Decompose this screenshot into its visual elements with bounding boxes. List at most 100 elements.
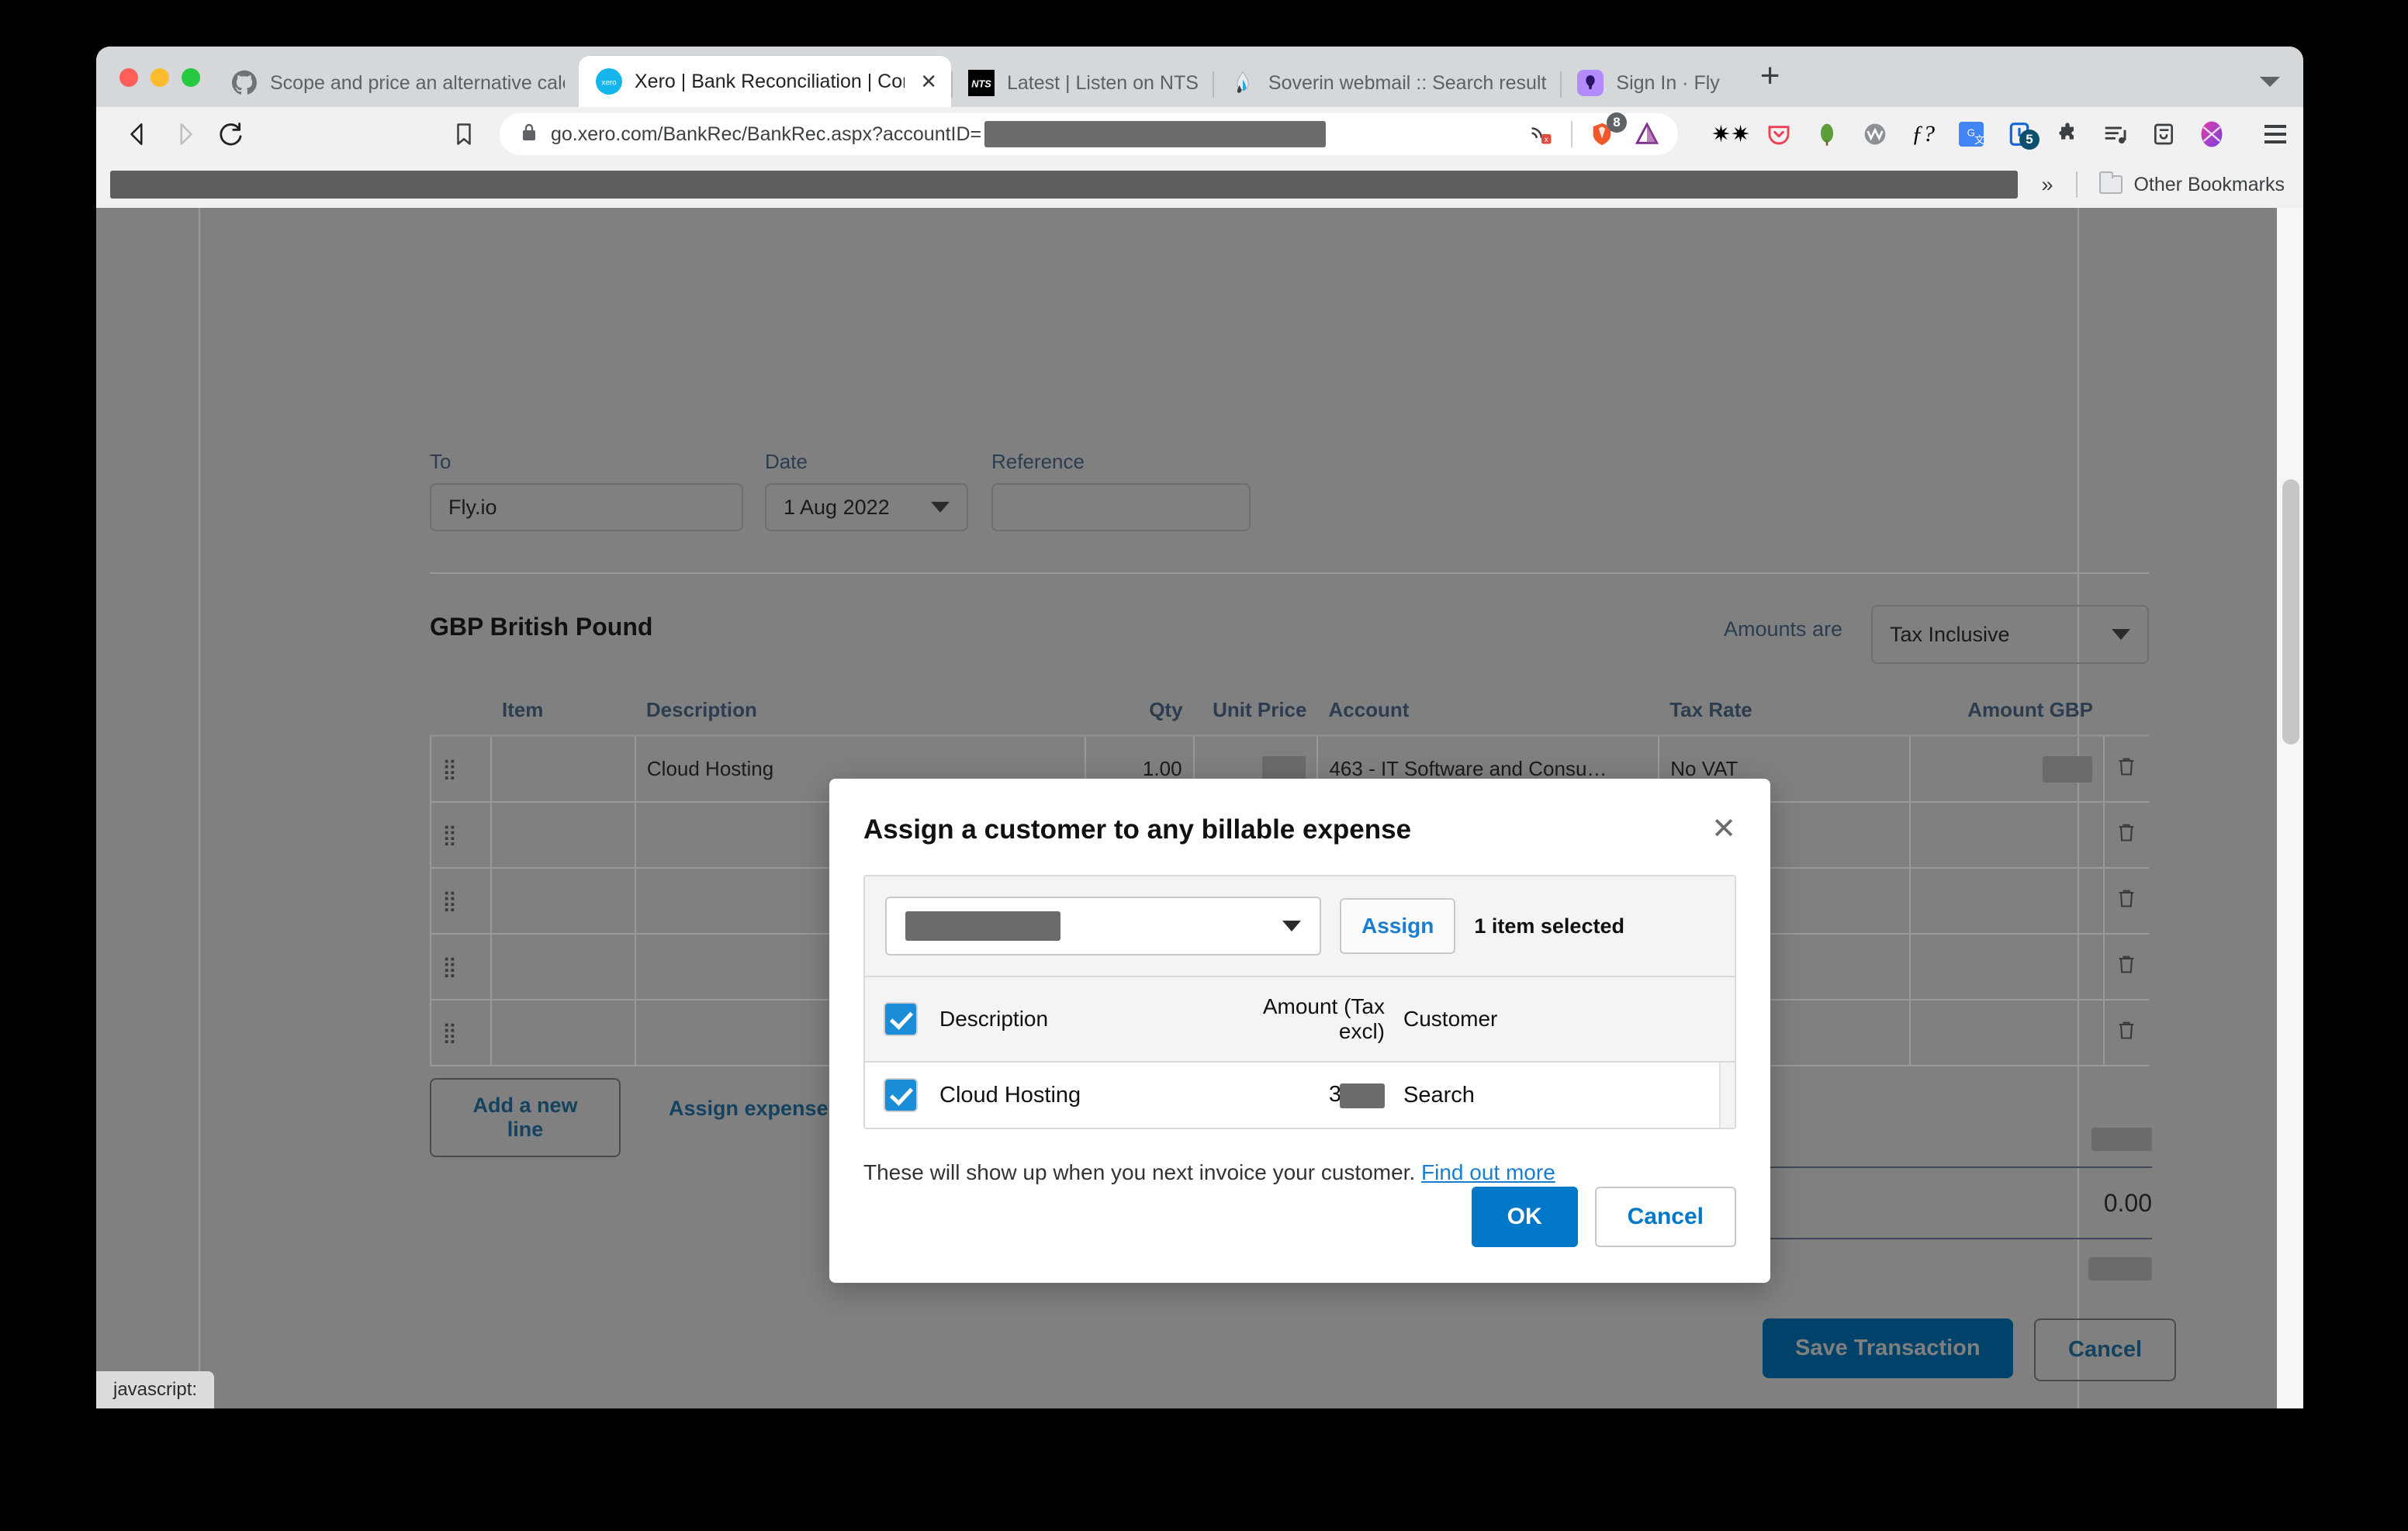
amounts-are-label: Amounts are [1724, 617, 1843, 641]
cell-delete[interactable] [2103, 934, 2149, 1001]
tabstrip-right [2260, 77, 2303, 107]
bookmark-star-icon[interactable] [442, 112, 486, 156]
cell-delete[interactable] [2103, 868, 2149, 935]
reading-list-icon[interactable] [2148, 119, 2179, 150]
customer-select-redacted-block [905, 911, 1060, 941]
trash-icon [2119, 956, 2134, 973]
minimize-window-button[interactable] [150, 68, 169, 87]
tab-fly[interactable]: Sign In · Fly [1560, 59, 1733, 107]
forward-button[interactable] [163, 112, 206, 156]
extensions-bar: ✷✷ ƒ? G文 5 [1692, 119, 2286, 150]
close-icon[interactable]: ✕ [920, 71, 937, 92]
cast-icon[interactable]: x [1526, 119, 1557, 150]
tab-github[interactable]: Scope and price an alternative calen [214, 59, 579, 107]
tab-title: Scope and price an alternative calen [270, 71, 565, 94]
cell-item[interactable] [490, 802, 636, 869]
onepassword-icon[interactable]: 5 [2004, 119, 2040, 150]
expense-list-row[interactable]: Cloud Hosting 3 Search [863, 1063, 1736, 1129]
bookmarks-redacted-block[interactable] [110, 171, 2019, 199]
xero-icon: xero [596, 68, 622, 95]
assign-button[interactable]: Assign [1340, 898, 1456, 954]
cell-amount[interactable] [1910, 1000, 2105, 1066]
chevron-down-icon[interactable] [931, 502, 950, 513]
drag-handle-icon: ⣿ [442, 757, 459, 780]
chevron-down-icon[interactable] [2260, 77, 2280, 87]
close-icon[interactable]: ✕ [1711, 814, 1736, 844]
tab-xero[interactable]: xero Xero | Bank Reconciliation | Con ✕ [579, 56, 951, 107]
row-customer-search[interactable]: Search [1385, 1083, 1714, 1108]
folder-icon [2099, 171, 2123, 194]
amounts-are-select[interactable]: Tax Inclusive [1871, 605, 2149, 664]
bookmarks-overflow-button[interactable]: » [2027, 173, 2067, 197]
address-bar[interactable]: go.xero.com/BankRec/BankRec.aspx?account… [500, 112, 1678, 155]
col-description: Description [635, 686, 1085, 737]
customer-select[interactable] [885, 897, 1321, 956]
tab-nts[interactable]: NTS Latest | Listen on NTS [951, 59, 1213, 107]
cell-item[interactable] [490, 1000, 636, 1066]
cell-amount[interactable] [1910, 868, 2105, 935]
wave-icon[interactable] [1860, 119, 1891, 150]
page-scrollbar[interactable] [2277, 208, 2303, 1408]
asterisk-icon[interactable]: ✷✷ [1711, 119, 1750, 150]
add-new-line-button[interactable]: Add a new line [430, 1078, 621, 1157]
cell-amount[interactable] [1910, 934, 2105, 1001]
google-translate-icon[interactable]: G文 [1956, 119, 1987, 150]
to-input[interactable]: Fly.io [430, 483, 743, 531]
status-bubble: javascript: [96, 1371, 215, 1408]
row-amount: 3 [1233, 1082, 1385, 1108]
soverin-icon [1230, 70, 1256, 96]
svg-text:NTS: NTS [971, 78, 991, 90]
cell-item[interactable] [490, 735, 636, 803]
cell-delete[interactable] [2103, 1000, 2149, 1066]
profile-avatar[interactable] [2196, 119, 2227, 150]
new-tab-button[interactable]: + [1734, 59, 1807, 107]
save-transaction-button[interactable]: Save Transaction [1763, 1318, 2013, 1378]
chevron-down-icon[interactable] [1282, 921, 1301, 931]
cell-delete[interactable] [2103, 735, 2149, 803]
reload-button[interactable] [209, 112, 253, 156]
tree-icon[interactable] [1811, 119, 1842, 150]
playlist-icon[interactable] [2100, 119, 2131, 150]
affinity-icon[interactable] [1631, 119, 1662, 150]
cell-amount[interactable] [1910, 735, 2105, 803]
browser-menu-icon[interactable] [2244, 125, 2286, 143]
reference-input[interactable] [991, 483, 1251, 531]
select-all-checkbox[interactable] [885, 1004, 916, 1035]
other-bookmarks-button[interactable]: Other Bookmarks [2087, 171, 2285, 196]
row-drag-handle[interactable]: ⣿ [430, 868, 492, 935]
chevron-down-icon[interactable] [2112, 629, 2130, 640]
find-out-more-link[interactable]: Find out more [1421, 1160, 1555, 1184]
close-window-button[interactable] [119, 68, 138, 87]
ok-button[interactable]: OK [1471, 1187, 1578, 1247]
trash-icon [2119, 758, 2134, 776]
svg-text:x: x [1545, 136, 1548, 144]
section-divider [430, 572, 2149, 574]
url-text: go.xero.com/BankRec/BankRec.aspx?account… [551, 121, 1327, 147]
modal-cancel-button[interactable]: Cancel [1594, 1187, 1736, 1247]
tab-soverin[interactable]: Soverin webmail :: Search result [1212, 59, 1560, 107]
omnibox-actions: x 8 [1526, 112, 1662, 150]
row-checkbox[interactable] [885, 1080, 916, 1111]
row-drag-handle[interactable]: ⣿ [430, 1000, 492, 1066]
trash-icon [2119, 824, 2134, 842]
row-drag-handle[interactable]: ⣿ [430, 735, 492, 803]
maximize-window-button[interactable] [182, 68, 200, 87]
amounts-are-value: Tax Inclusive [1890, 622, 2010, 646]
col-account: Account [1317, 686, 1659, 737]
tab-title: Xero | Bank Reconciliation | Con [635, 70, 905, 92]
puzzle-icon[interactable] [2052, 119, 2083, 150]
cell-item[interactable] [490, 868, 636, 935]
assign-expenses-link[interactable]: Assign expenses [669, 1097, 840, 1121]
font-icon[interactable]: ƒ? [1908, 119, 1939, 150]
pocket-icon[interactable] [1763, 119, 1794, 150]
brave-shields-icon[interactable]: 8 [1586, 112, 1627, 150]
date-input[interactable]: 1 Aug 2022 [765, 483, 968, 531]
back-button[interactable] [116, 112, 160, 156]
cell-amount[interactable] [1910, 802, 2105, 869]
cancel-transaction-button[interactable]: Cancel [2034, 1318, 2177, 1381]
cell-delete[interactable] [2103, 802, 2149, 869]
row-drag-handle[interactable]: ⣿ [430, 802, 492, 869]
row-drag-handle[interactable]: ⣿ [430, 934, 492, 1001]
scrollbar-thumb[interactable] [2282, 479, 2299, 745]
cell-item[interactable] [490, 934, 636, 1001]
